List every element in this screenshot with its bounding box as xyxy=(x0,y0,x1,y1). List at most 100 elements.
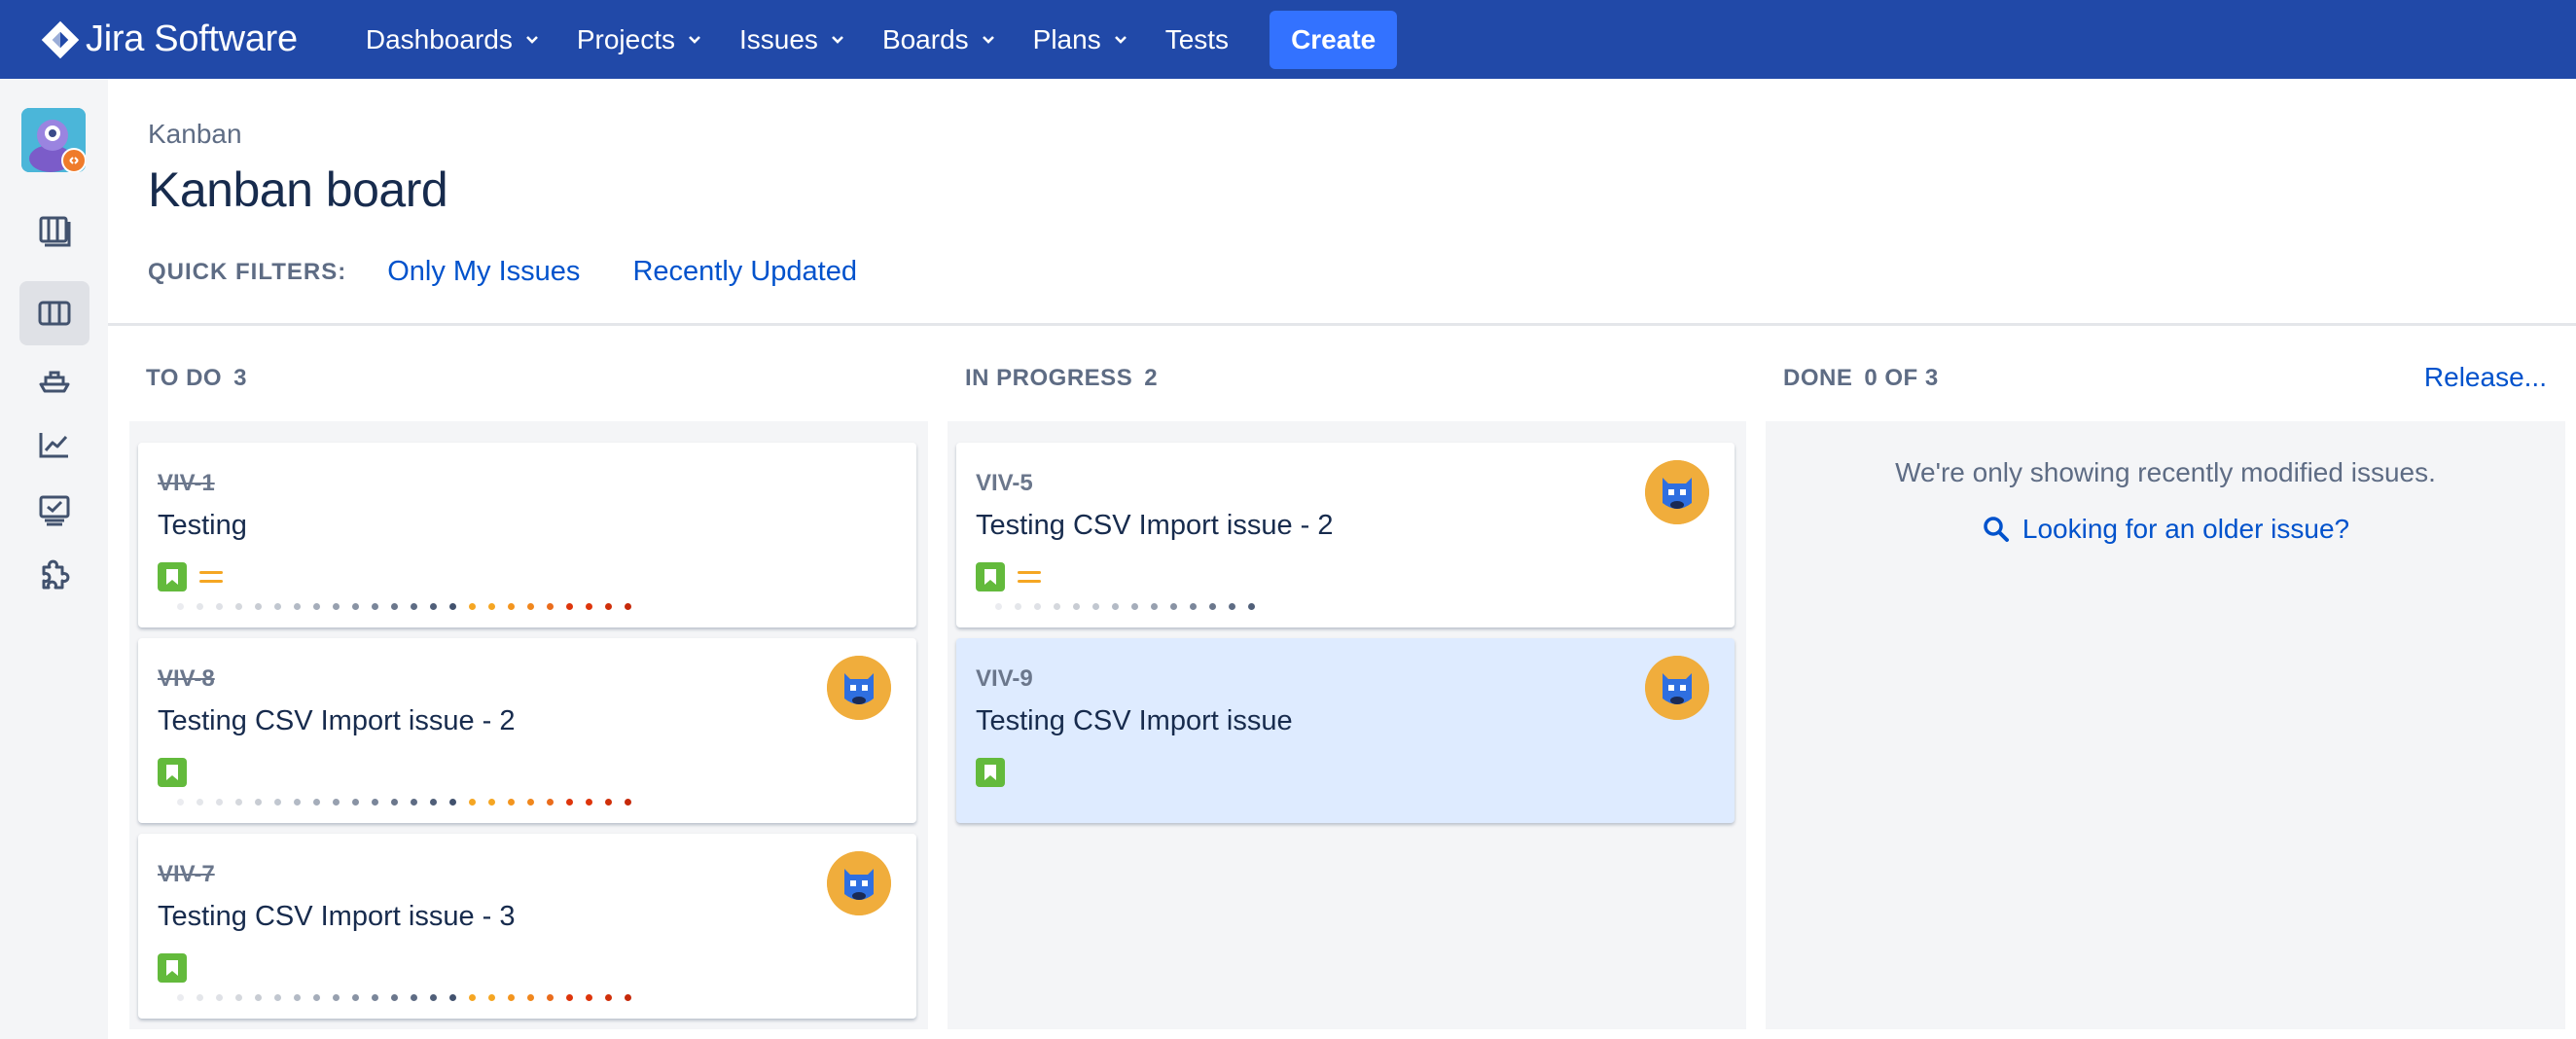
assignee-avatar[interactable] xyxy=(827,656,891,720)
nav-tests[interactable]: Tests xyxy=(1165,24,1229,55)
chart-glyph xyxy=(39,433,68,458)
dot xyxy=(430,799,437,806)
dot xyxy=(1209,603,1216,610)
issue-card[interactable]: VIV-8 Testing CSV Import issue - 2 xyxy=(138,638,916,823)
dot xyxy=(313,603,320,610)
nav-projects[interactable]: Projects xyxy=(577,24,702,55)
jira-logo[interactable]: Jira Software xyxy=(39,18,298,61)
days-in-column-dots xyxy=(177,994,644,1001)
dot xyxy=(547,994,554,1001)
column-count: 3 xyxy=(233,365,247,391)
ship-glyph xyxy=(39,371,70,393)
dot xyxy=(547,799,554,806)
release-link[interactable]: Release... xyxy=(2424,362,2547,393)
column-title: IN PROGRESS xyxy=(965,365,1133,391)
issue-key[interactable]: VIV-8 xyxy=(158,665,215,693)
column-title: DONE xyxy=(1783,365,1853,391)
dot xyxy=(411,994,417,1001)
dot xyxy=(1112,603,1119,610)
dot xyxy=(333,603,340,610)
nav-issues[interactable]: Issues xyxy=(739,24,845,55)
project-avatar-icon[interactable] xyxy=(21,108,87,173)
issue-summary: Testing CSV Import issue - 3 xyxy=(158,901,516,932)
done-column-message: We're only showing recently modified iss… xyxy=(1895,457,2436,487)
nav-projects-label: Projects xyxy=(576,23,675,54)
older-issue-link[interactable]: Looking for an older issue? xyxy=(1767,514,2564,545)
quick-filters-label: QUICK FILTERS: xyxy=(148,258,347,285)
days-in-column-dots xyxy=(177,799,644,806)
issue-card-selected[interactable]: VIV-9 Testing CSV Import issue xyxy=(956,638,1735,823)
nav-dashboards[interactable]: Dashboards xyxy=(366,24,540,55)
dot xyxy=(391,799,398,806)
issue-summary: Testing xyxy=(158,510,247,541)
dot xyxy=(566,994,573,1001)
issue-summary: Testing CSV Import issue - 2 xyxy=(158,705,516,736)
dot xyxy=(352,603,359,610)
backlog-icon[interactable] xyxy=(19,197,89,262)
dot xyxy=(1229,603,1235,610)
dot xyxy=(1015,603,1021,610)
addons-icon[interactable] xyxy=(19,543,89,607)
dot xyxy=(197,799,203,806)
issue-key[interactable]: VIV-9 xyxy=(976,665,1033,693)
nav-plans-label: Plans xyxy=(1032,23,1101,54)
issue-key[interactable]: VIV-7 xyxy=(158,861,215,888)
dot xyxy=(391,603,398,610)
filter-only-my-issues[interactable]: Only My Issues xyxy=(387,256,580,288)
dot xyxy=(255,799,262,806)
filter-recently-updated[interactable]: Recently Updated xyxy=(632,256,857,288)
issue-card[interactable]: VIV-7 Testing CSV Import issue - 3 xyxy=(138,834,916,1019)
issue-key[interactable]: VIV-5 xyxy=(976,470,1033,497)
dot xyxy=(1092,603,1099,610)
project-sidebar xyxy=(0,79,108,1039)
dot xyxy=(488,994,495,1001)
nav-boards[interactable]: Boards xyxy=(882,24,996,55)
dot xyxy=(586,994,592,1001)
issue-key[interactable]: VIV-1 xyxy=(158,470,215,497)
dot xyxy=(177,799,184,806)
nav-plans[interactable]: Plans xyxy=(1033,24,1128,55)
story-icon xyxy=(158,953,187,983)
dot xyxy=(508,603,515,610)
issue-summary: Testing CSV Import issue xyxy=(976,705,1293,736)
create-button[interactable]: Create xyxy=(1270,10,1398,69)
assignee-avatar[interactable] xyxy=(1645,656,1709,720)
column-count: 0 OF 3 xyxy=(1864,365,1939,391)
dot xyxy=(216,994,223,1001)
dot xyxy=(352,799,359,806)
dot xyxy=(1151,603,1158,610)
dot xyxy=(566,603,573,610)
chevron-down-icon xyxy=(1114,35,1127,44)
dot xyxy=(527,603,534,610)
column-title: TO DO xyxy=(146,365,223,391)
dot xyxy=(411,603,417,610)
reports-icon[interactable] xyxy=(19,412,89,477)
dot xyxy=(469,994,476,1001)
dot xyxy=(313,994,320,1001)
nav-tests-label: Tests xyxy=(1164,23,1230,54)
chevron-down-icon xyxy=(689,35,700,44)
dot xyxy=(488,603,495,610)
breadcrumb[interactable]: Kanban xyxy=(148,119,242,150)
dot xyxy=(605,603,612,610)
board-icon[interactable] xyxy=(19,281,89,345)
dot xyxy=(255,603,262,610)
releases-icon[interactable] xyxy=(19,348,89,412)
dot xyxy=(488,799,495,806)
dot xyxy=(430,603,437,610)
issue-card[interactable]: VIV-5 Testing CSV Import issue - 2 xyxy=(956,443,1735,627)
dot xyxy=(449,994,456,1001)
dot xyxy=(294,603,301,610)
issue-card[interactable]: VIV-1 Testing xyxy=(138,443,916,627)
dot xyxy=(235,799,242,806)
assignee-avatar[interactable] xyxy=(827,851,891,915)
dot xyxy=(605,799,612,806)
dot xyxy=(547,603,554,610)
puzzle-glyph xyxy=(42,559,70,590)
test-icon[interactable] xyxy=(19,478,89,542)
column-header-in-progress: IN PROGRESS 2 xyxy=(965,365,1158,392)
dot xyxy=(469,603,476,610)
dot xyxy=(235,994,242,1001)
chevron-down-icon xyxy=(832,35,843,44)
assignee-avatar[interactable] xyxy=(1645,460,1709,524)
